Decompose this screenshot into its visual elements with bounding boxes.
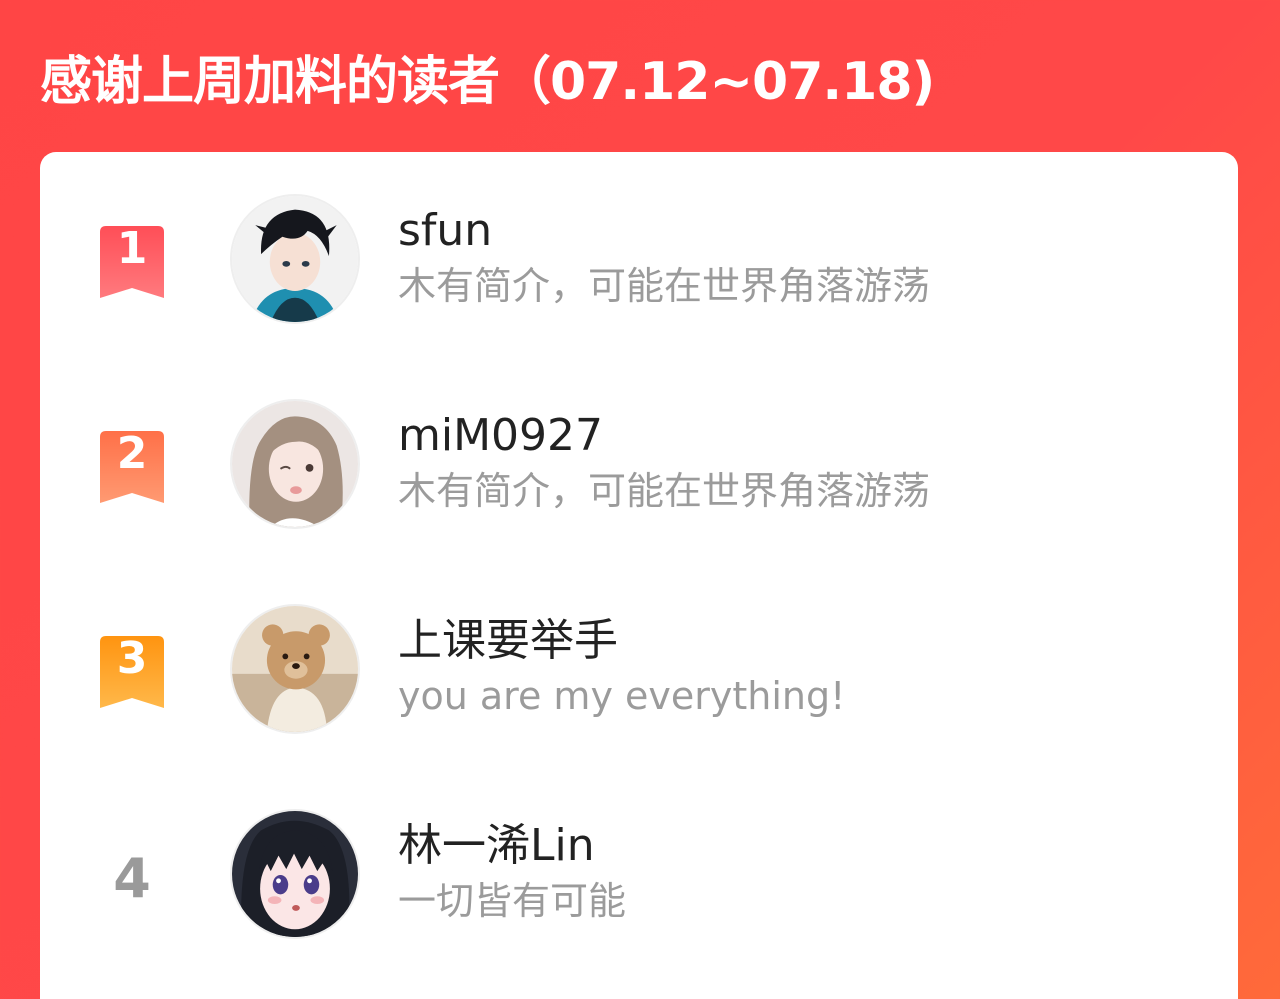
rank-ribbon-badge: 1 [98, 226, 166, 298]
rank-number: 4 [113, 847, 151, 910]
avatar[interactable] [230, 604, 360, 734]
avatar[interactable] [230, 194, 360, 324]
rank-number: 2 [116, 428, 148, 479]
page-title: 感谢上周加料的读者（07.12~07.18) [40, 52, 935, 112]
rank-ribbon-badge: 2 [98, 431, 166, 503]
user-bio: 木有简介，可能在世界角落游荡 [398, 469, 931, 513]
user-name[interactable]: sfun [398, 204, 492, 258]
avatar[interactable] [230, 399, 360, 529]
list-item[interactable]: 2 miM0927 木有简介，可能在世界角落游荡 [40, 399, 1238, 539]
avatar-anime-girl-icon [232, 811, 358, 937]
rank-number: 1 [116, 223, 148, 274]
avatar-teddy-bear-icon [232, 606, 358, 732]
rank-number: 3 [116, 633, 148, 684]
list-item[interactable]: 4 林一浠Lin 一切皆有可能 [40, 809, 1238, 949]
rank-ribbon-badge: 3 [98, 636, 166, 708]
avatar[interactable] [230, 809, 360, 939]
avatar-anime-boy-icon [232, 196, 358, 322]
user-name[interactable]: miM0927 [398, 409, 603, 463]
user-name[interactable]: 林一浠Lin [398, 819, 595, 873]
user-name[interactable]: 上课要举手 [398, 614, 618, 668]
user-bio: 一切皆有可能 [398, 879, 627, 923]
user-bio: 木有简介，可能在世界角落游荡 [398, 264, 931, 308]
list-item[interactable]: 1 sfun 木有简介，可能在世界角落游荡 [40, 194, 1238, 334]
reader-list-card: 1 sfun 木有简介，可能在世界角落游荡 2 miM0927 木有简介，可能在… [40, 152, 1238, 999]
avatar-girl-photo-icon [232, 401, 358, 527]
list-item[interactable]: 3 上课要举手 you are my everything! [40, 604, 1238, 744]
user-bio: you are my everything! [398, 674, 846, 718]
